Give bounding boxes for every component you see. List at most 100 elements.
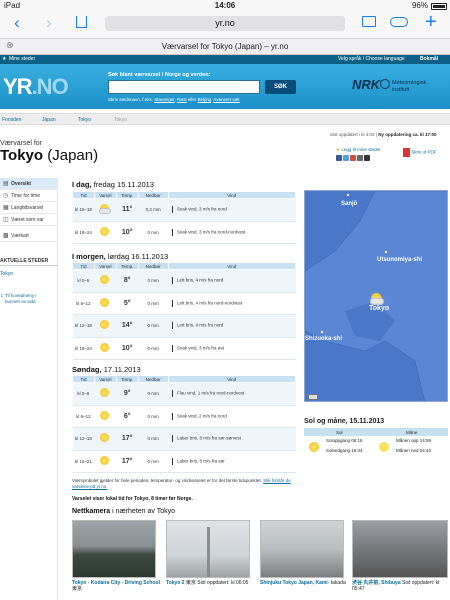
column-header: Varsel xyxy=(93,191,117,199)
breadcrumb-item[interactable]: Japan xyxy=(42,117,56,123)
precipitation-cell: 0,2 mm xyxy=(138,198,168,222)
nav-history[interactable]: ◫ Været som var xyxy=(0,214,58,226)
met-logo[interactable]: Meteorologisk institutt xyxy=(392,80,426,94)
email-icon xyxy=(357,155,363,161)
webcam-image[interactable] xyxy=(72,520,156,578)
yr-logo[interactable]: YR.NO xyxy=(3,74,69,100)
symbol-cell xyxy=(94,450,117,473)
hint-link[interactable]: Røst xyxy=(177,97,187,102)
wind-arrow-icon xyxy=(172,277,174,285)
nav-maps[interactable]: ▩ Værkart xyxy=(0,230,58,242)
nav-hourly[interactable]: ◷ Time for time xyxy=(0,190,58,202)
symbol-cell xyxy=(94,314,117,338)
star-icon: ★ xyxy=(2,56,7,62)
table-row: kl 15–21 17° 0 mm Laber bris, 8 m/s fra sør xyxy=(72,450,296,473)
time-cell: kl 6–12 xyxy=(72,405,95,428)
forward-icon[interactable]: › xyxy=(46,12,52,34)
wind-arrow-icon xyxy=(172,457,173,465)
breadcrumb-item[interactable]: Tokyo xyxy=(78,117,91,123)
wind-arrow-icon xyxy=(172,390,173,398)
yr-top-strip: ★ Mine steder Velg språk / Choose langua… xyxy=(0,55,450,64)
webcam-image[interactable] xyxy=(352,520,448,578)
column-header: Varsel xyxy=(93,375,117,383)
sun-icon xyxy=(99,410,111,421)
icloud-tabs-icon[interactable] xyxy=(390,17,408,27)
moon-header: Måne xyxy=(406,430,418,435)
precipitation-cell: 0 mm xyxy=(138,269,169,293)
symbol-cell xyxy=(94,382,117,406)
column-header: Vind xyxy=(167,262,297,270)
recent-place-link[interactable]: Tokyo xyxy=(0,271,13,277)
webcam-caption[interactable]: 渋谷 丸井前, Shibuya Sist oppdatert: kl 05:47 xyxy=(352,580,448,592)
webcam-caption[interactable]: Tokyo - Kodaira City - Driving School 東京 xyxy=(72,580,160,592)
symbol-cell xyxy=(94,221,117,244)
precipitation-cell: 0 mm xyxy=(138,314,169,338)
hint-link[interactable]: Stavanger xyxy=(154,97,174,102)
history-icon: ◫ xyxy=(3,217,9,223)
table-row: kl 0–6 9° 0 mm Flau vind, 1 m/s fra nord-no… xyxy=(72,382,296,406)
wind-arrow-icon xyxy=(172,299,174,307)
time-cell: kl 0–6 xyxy=(72,269,95,293)
sun-icon xyxy=(99,388,111,398)
sun-icon xyxy=(99,275,111,285)
nrk-logo[interactable]: NRK xyxy=(352,77,380,92)
play-icon[interactable] xyxy=(308,394,318,400)
new-tab-icon[interactable]: + xyxy=(425,11,437,33)
hint-link[interactable]: Beijing xyxy=(198,97,212,102)
webcam-image[interactable] xyxy=(166,520,250,578)
table-header-row: Tid Varsel Temp. Nedbør Vind xyxy=(72,262,297,270)
breadcrumb: Forsiden Japan Tokyo Tokyo xyxy=(0,113,450,125)
forecast-table-today: Tid Varsel Temp. Nedbør Vind kl 15–18 11° 0,2 m… xyxy=(72,191,296,244)
google-plus-icon xyxy=(350,155,356,161)
sun-icon xyxy=(99,455,111,466)
column-header: Nedbør xyxy=(137,191,169,199)
status-bar: iPad 14:06 96% xyxy=(0,0,450,12)
sunrise: Soloppgang 06:16 xyxy=(326,438,363,443)
pdf-link[interactable]: Skriv ut PDF xyxy=(403,148,437,157)
search-input[interactable] xyxy=(108,80,260,94)
advanced-search-link[interactable]: Avansert søk xyxy=(213,97,239,102)
back-icon[interactable]: ‹ xyxy=(14,12,20,34)
tab-title[interactable]: Værvarsel for Tokyo (Japan) – yr.no xyxy=(0,42,450,51)
moonrise: Månen opp 14:59 xyxy=(396,438,432,443)
language-select[interactable]: Bokmål xyxy=(420,56,438,62)
address-bar[interactable]: yr.no xyxy=(105,16,345,31)
city-dot xyxy=(321,331,323,333)
partly-cloudy-icon xyxy=(369,293,385,305)
wind-arrow-icon xyxy=(172,435,173,443)
nav-overview[interactable]: ▤ Oversikt xyxy=(0,178,58,190)
pdf-icon xyxy=(403,148,410,157)
temperature-cell: 10° xyxy=(116,337,139,360)
language-link[interactable]: Velg språk / Choose language xyxy=(338,56,405,62)
symbol-cell xyxy=(94,292,117,315)
webcam-image[interactable] xyxy=(260,520,344,578)
temperature-cell: 14° xyxy=(116,314,139,338)
to-main-menu-link[interactable]: ⇩ Til hovedmeny i bunnen av sida xyxy=(0,293,36,305)
nav-long-term[interactable]: ▦ Langtidsvarsel xyxy=(0,202,58,214)
add-favorite-link[interactable]: ★ Legg til mine steder xyxy=(336,147,381,162)
partly-cloudy-icon xyxy=(99,204,112,215)
temperature-cell: 17° xyxy=(116,450,139,473)
bookmarks-icon[interactable] xyxy=(362,16,376,27)
sun-icon xyxy=(99,226,111,237)
breadcrumb-item[interactable]: Forsiden xyxy=(2,117,21,123)
sun-icon xyxy=(99,433,111,443)
column-header: Tid xyxy=(72,262,95,270)
forecast-table-sunday: Tid Varsel Temp. Nedbør Vind kl 0–6 9° 0 mm Flau… xyxy=(72,375,296,473)
sun-moon-title: Sol og måne, 15.11.2013 xyxy=(304,418,385,425)
table-header-row: Tid Varsel Temp. Nedbør Vind xyxy=(72,375,296,383)
battery-percent: 96% xyxy=(411,1,428,10)
share-icon[interactable] xyxy=(76,16,87,28)
search-button[interactable]: SØK xyxy=(265,80,296,94)
temperature-cell: 17° xyxy=(116,427,139,451)
clock-icon: ◷ xyxy=(3,193,9,199)
weather-map[interactable]: Sanjō Utsunomiya-shi Tokyo Shizuoka-shi xyxy=(304,190,448,402)
search-hint: Skriv stedsnavn, f.eks. Stavanger, Røst … xyxy=(108,97,240,102)
column-header: Temp. xyxy=(115,375,139,383)
wind-cell: Svak vind, 3 m/s fra nord xyxy=(168,198,296,222)
column-header: Varsel xyxy=(93,262,117,270)
webcam-caption[interactable]: Tokyo 2 東京 Sist oppdatert: kl 06:05 xyxy=(166,580,254,586)
precipitation-cell: 0 mm xyxy=(138,427,168,451)
my-places-link[interactable]: Mine steder xyxy=(9,56,35,62)
webcam-caption[interactable]: Shinjuku Tokyo Japan, Kami- takada xyxy=(260,580,348,586)
